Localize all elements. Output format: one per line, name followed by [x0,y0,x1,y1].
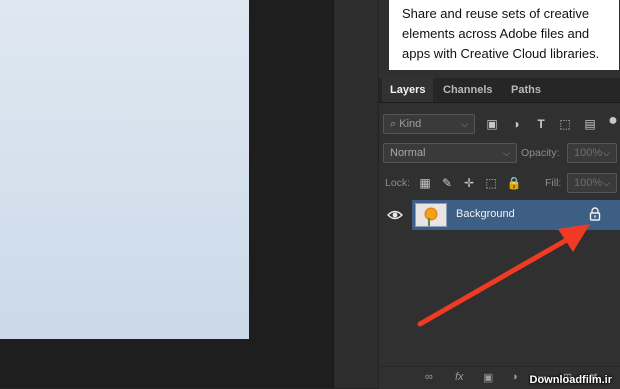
panel-tabs: Layers Channels Paths [379,78,620,103]
layer-row-background[interactable]: Background [379,200,620,230]
panel-gutter [333,0,379,388]
opacity-value: 100% [574,147,603,159]
blend-mode-value: Normal [390,147,426,159]
tab-paths[interactable]: Paths [503,78,545,102]
type-filter-icon[interactable]: T [533,117,549,131]
lock-all-icon[interactable]: 🔒 [506,176,522,190]
lock-transparent-icon[interactable]: ▦ [417,176,433,190]
canvas-area[interactable] [0,0,333,388]
brush-icon[interactable]: ✎ [439,176,455,190]
filter-kind-select[interactable]: ⌕ Kind ⌵ [383,114,475,134]
chevron-down-icon: ⌵ [503,148,510,158]
fill-value: 100% [574,177,603,189]
search-icon: ⌕ [390,118,397,130]
pixel-filter-icon[interactable]: ▣ [484,117,500,131]
stem-icon [428,218,430,226]
flower-icon [424,207,438,221]
adjustment-filter-icon[interactable]: ◑ [508,117,524,131]
smart-object-filter-icon[interactable]: ▤ [582,117,598,131]
mask-icon[interactable]: ▣ [483,371,493,384]
chevron-down-icon: ⌵ [603,178,610,188]
layers-panel: Share and reuse sets of creative element… [378,0,620,389]
blend-row: Normal ⌵ Opacity: 100% ⌵ [379,143,620,163]
adjustment-icon[interactable]: ◑ [511,371,518,383]
eye-icon[interactable] [387,208,403,222]
tab-layers[interactable]: Layers [382,78,433,102]
shape-filter-icon[interactable]: ⬚ [557,117,573,131]
filter-kind-label: Kind [399,118,422,130]
layer-name[interactable]: Background [456,208,515,220]
fill-input[interactable]: 100% ⌵ [567,173,617,193]
blend-mode-select[interactable]: Normal ⌵ [383,143,517,163]
lock-label: Lock: [385,177,411,189]
layer-thumbnail[interactable] [415,203,447,227]
filter-row: ⌕ Kind ⌵ ▣ ◑ T ⬚ ▤ ● [379,113,620,134]
tab-channels[interactable]: Channels [435,78,499,102]
lock-row: Lock: ▦ ✎ ✛ ⬚ 🔒 Fill: 100% ⌵ [379,173,620,193]
move-icon[interactable]: ✛ [461,176,477,190]
chevron-down-icon: ⌵ [603,148,610,158]
document-canvas[interactable] [0,0,249,339]
link-icon[interactable]: ∞ [425,371,433,383]
chevron-down-icon: ⌵ [461,119,468,129]
artboard-icon[interactable]: ⬚ [483,176,499,190]
fill-label: Fill: [545,177,562,189]
filter-toggle-icon[interactable]: ● [605,113,620,129]
watermark: Downloadfilm.ir [529,374,613,386]
lock-icon[interactable] [589,207,601,226]
libraries-tip: Share and reuse sets of creative element… [389,0,619,70]
opacity-input[interactable]: 100% ⌵ [567,143,617,163]
fx-icon[interactable]: fx [455,371,464,383]
opacity-label: Opacity: [521,147,560,159]
